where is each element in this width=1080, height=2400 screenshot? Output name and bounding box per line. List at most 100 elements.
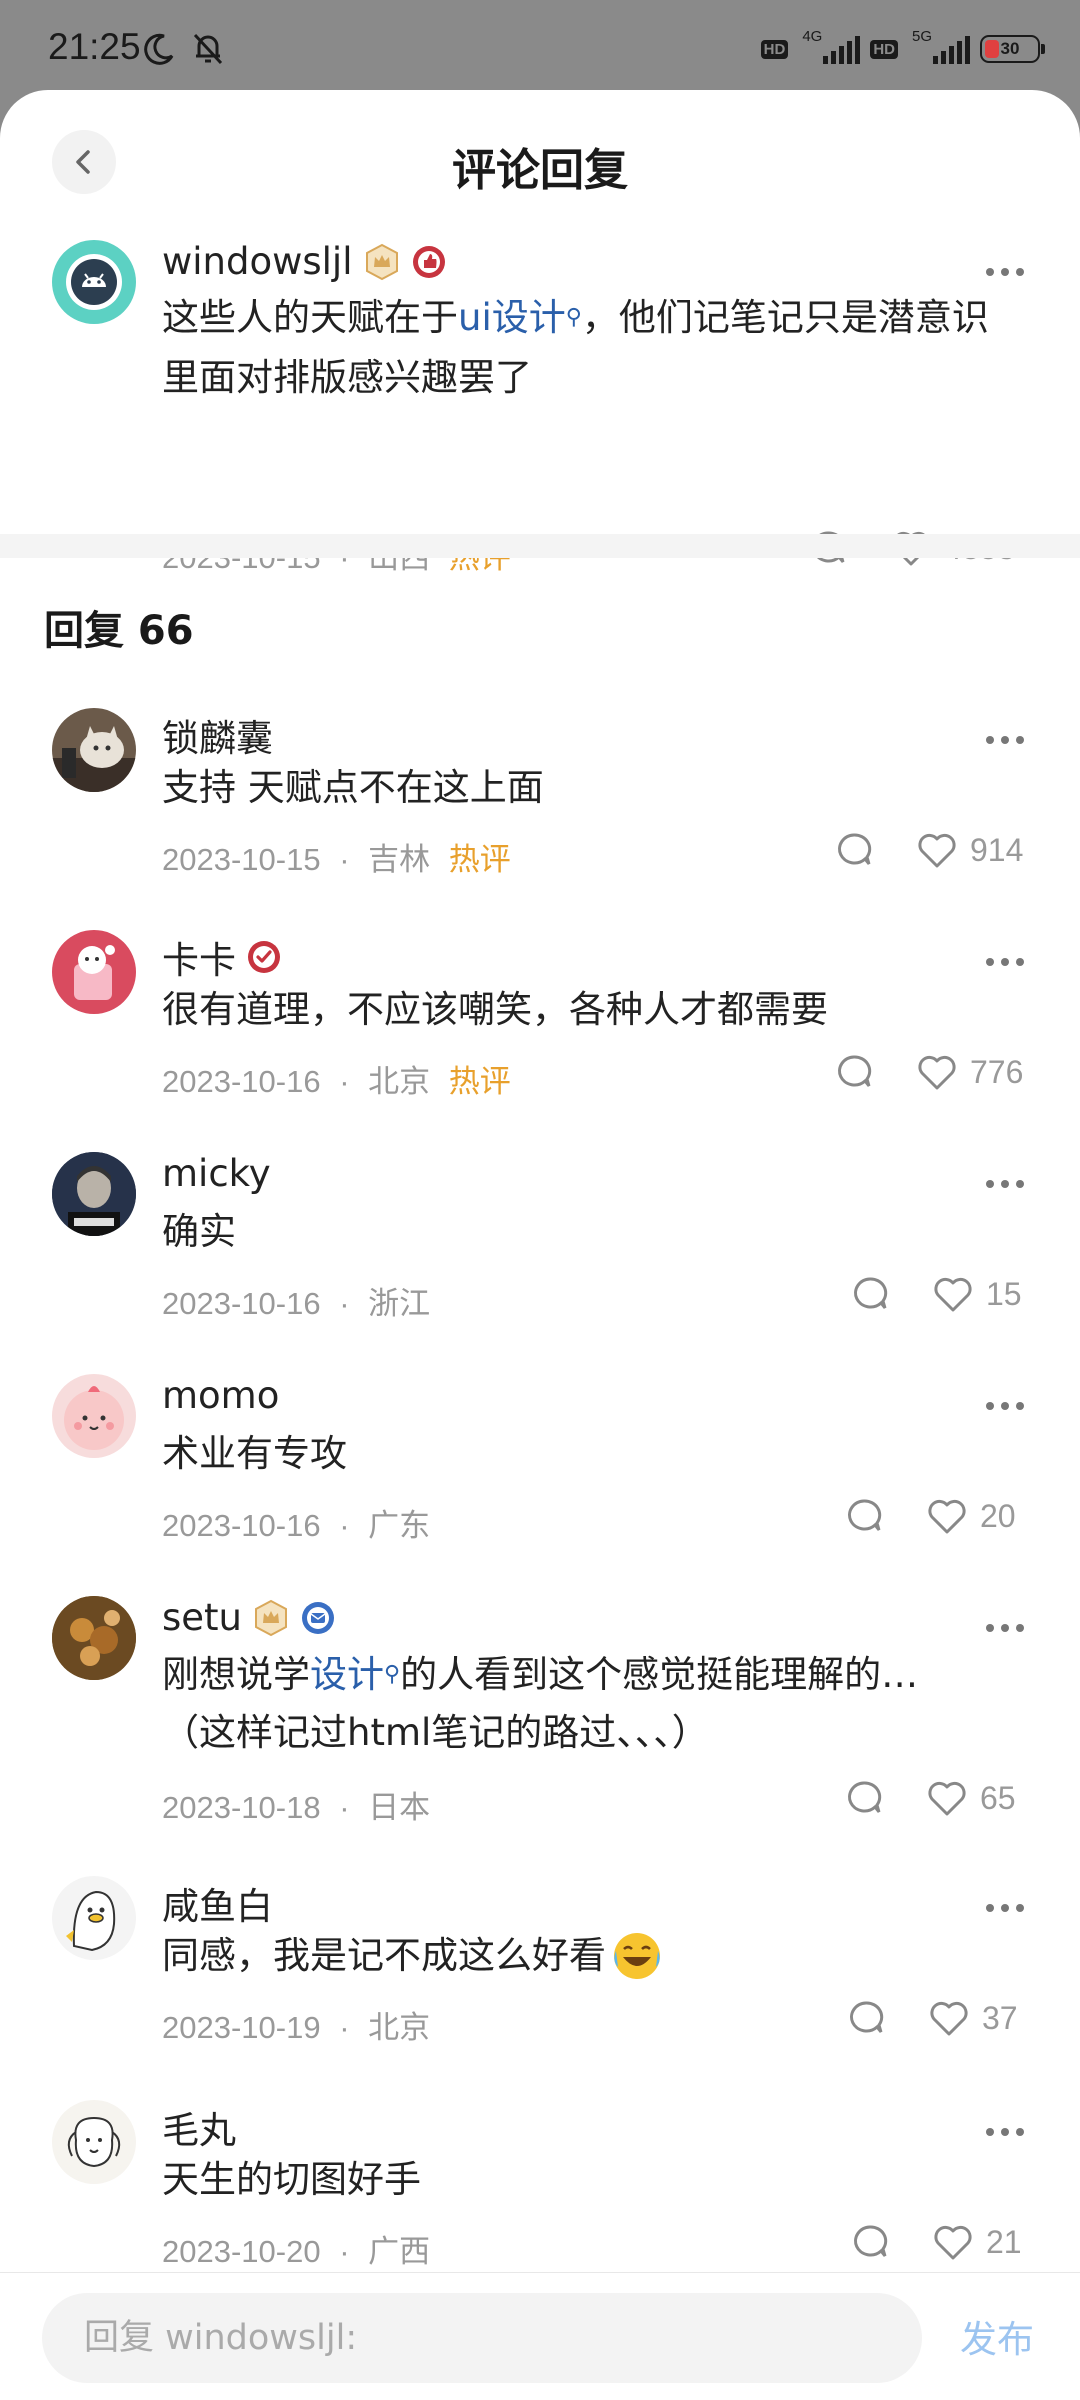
food-avatar-icon — [52, 1596, 136, 1680]
reply-button[interactable] — [846, 1998, 886, 2038]
more-icon[interactable] — [986, 1180, 1024, 1188]
more-icon[interactable] — [986, 1402, 1024, 1410]
reply-author[interactable]: micky — [162, 1152, 271, 1195]
avatar[interactable] — [52, 708, 136, 792]
page-title: 评论回复 — [452, 145, 628, 196]
heart-icon — [918, 1055, 956, 1090]
topic-link[interactable]: ui设计 — [458, 296, 566, 339]
avatar[interactable] — [52, 1152, 136, 1236]
like-button[interactable]: 37 — [928, 1998, 1018, 2038]
reply-author[interactable]: momo — [162, 1374, 279, 1417]
message-badge-icon — [302, 1601, 334, 1634]
search-icon: ⚲ — [384, 1662, 401, 1687]
signal-icon: 5G — [908, 28, 970, 66]
reply-meta: 2023-10-15 · 吉林 热评 — [162, 842, 511, 877]
reply-meta: 2023-10-16 · 北京 热评 — [162, 1064, 511, 1099]
reply-meta: 2023-10-16 · 广东 — [162, 1508, 431, 1543]
avatar[interactable] — [52, 930, 136, 1014]
hd-badge: HD — [870, 39, 898, 59]
avatar[interactable] — [52, 1374, 136, 1458]
like-button[interactable]: 15 — [932, 1274, 1022, 1314]
comment-author[interactable]: windowsljl — [162, 240, 447, 283]
reply-button[interactable] — [834, 830, 874, 870]
reply-input[interactable] — [42, 2293, 922, 2383]
verified-badge-icon — [248, 941, 280, 973]
dog-sketch-avatar-icon — [67, 2116, 121, 2168]
main-comment: windowsljl 这些人的天赋在于ui设计⚲，他们记笔记只是潜意识里面对排版… — [0, 240, 1080, 575]
heart-icon — [930, 2001, 968, 2036]
replies-count: 回复 66 — [44, 608, 194, 654]
topic-link[interactable]: 设计 — [310, 1653, 384, 1696]
reply-content: 刚想说学设计⚲的人看到这个感觉挺能理解的… （这样记过html笔记的路过、、、） — [162, 1653, 919, 1754]
avatar[interactable] — [52, 2100, 136, 2184]
avatar[interactable] — [52, 240, 136, 324]
like-button[interactable]: 914 — [916, 830, 1023, 870]
cat-avatar-icon — [52, 708, 136, 792]
signal-icon: 4G — [798, 28, 861, 66]
reply-button[interactable] — [844, 1778, 884, 1818]
comment-icon — [838, 1055, 872, 1087]
reply-button[interactable] — [850, 1274, 890, 1314]
avatar[interactable] — [52, 1596, 136, 1680]
level-badge-icon — [365, 243, 398, 280]
comment-sheet: 评论回复 windowsljl 这些人的天赋在于ui设计⚲，他们记笔记只是潜意识… — [0, 90, 1080, 2400]
comment-icon — [854, 1277, 888, 1309]
level-badge-icon — [255, 1599, 287, 1636]
like-button[interactable]: 65 — [926, 1778, 1016, 1818]
search-icon: ⚲ — [565, 305, 582, 330]
more-icon[interactable] — [986, 2128, 1024, 2136]
reply-meta: 2023-10-18 · 日本 — [162, 1790, 431, 1825]
like-button[interactable]: 20 — [926, 1496, 1016, 1536]
reply-content: 很有道理，不应该嘲笑，各种人才都需要 — [162, 988, 828, 1031]
hd-badge: HD — [760, 39, 789, 59]
comment-icon — [848, 1781, 882, 1813]
heart-icon — [918, 833, 956, 868]
bell-muted-icon — [193, 33, 223, 65]
more-icon[interactable] — [986, 736, 1024, 744]
section-divider — [0, 534, 1080, 558]
character-avatar-icon — [74, 945, 115, 1000]
hot-tag: 热评 — [448, 842, 511, 877]
reply-author[interactable]: 毛丸 — [162, 2100, 236, 2154]
comment-icon — [854, 2225, 888, 2257]
more-icon[interactable] — [986, 268, 1024, 276]
reply-meta: 2023-10-19 · 北京 — [162, 2010, 431, 2045]
heart-icon — [928, 1499, 966, 1534]
reply-author[interactable]: setu — [162, 1596, 336, 1639]
reply-content: 术业有专攻 — [162, 1432, 347, 1475]
reply-author[interactable]: 锁麟囊 — [162, 708, 273, 762]
like-button[interactable]: 776 — [916, 1052, 1023, 1092]
like-button[interactable]: 21 — [932, 2222, 1022, 2262]
reply-author[interactable]: 咸鱼白 — [162, 1876, 273, 1930]
reply-content: 天生的切图好手 — [162, 2158, 421, 2201]
reply-content: 支持 天赋点不在这上面 — [162, 766, 544, 809]
battery-icon: 30 — [980, 35, 1045, 63]
hot-tag: 热评 — [448, 1064, 511, 1099]
laughing-crying-emoji-icon — [614, 1933, 660, 1979]
publish-button[interactable]: 发布 — [960, 2309, 1034, 2363]
android-icon — [66, 254, 122, 310]
heart-icon — [934, 1277, 972, 1312]
reply-content: 同感，我是记不成这么好看 — [162, 1926, 664, 1986]
more-icon[interactable] — [986, 958, 1024, 966]
comment-icon — [850, 2001, 884, 2033]
status-time: 21:25 — [48, 26, 141, 67]
reply-button[interactable] — [844, 1496, 884, 1536]
more-icon[interactable] — [986, 1904, 1024, 1912]
pink-blob-avatar-icon — [64, 1386, 124, 1450]
reply-meta: 2023-10-16 · 浙江 — [162, 1286, 431, 1321]
comment-icon — [838, 833, 872, 865]
reply-button[interactable] — [834, 1052, 874, 1092]
reply-button[interactable] — [850, 2222, 890, 2262]
heart-icon — [934, 2225, 972, 2260]
reply-meta: 2023-10-20 · 广西 — [162, 2234, 431, 2269]
reply-author[interactable]: 卡卡 — [162, 930, 282, 984]
more-icon[interactable] — [986, 1624, 1024, 1632]
moon-icon — [144, 33, 174, 65]
comment-content: 这些人的天赋在于ui设计⚲，他们记笔记只是潜意识里面对排版感兴趣罢了 — [162, 296, 989, 399]
duck-avatar-icon — [66, 1890, 116, 1952]
portrait-avatar-icon — [52, 1152, 136, 1236]
reply-composer: 发布 — [0, 2272, 1080, 2400]
status-bar: 21:25 HD 4G HD 5G 30 — [0, 0, 1080, 92]
avatar[interactable] — [52, 1876, 136, 1960]
